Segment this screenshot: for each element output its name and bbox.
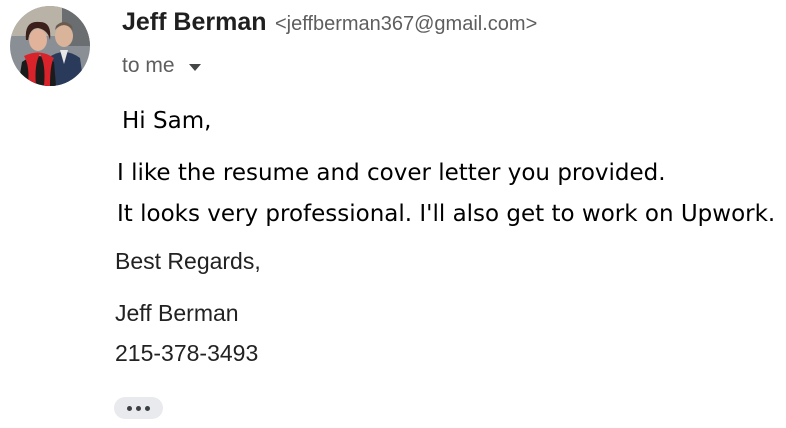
- sender-name[interactable]: Jeff Berman: [122, 8, 267, 36]
- message-closing: Best Regards,: [115, 248, 261, 274]
- message-greeting: Hi Sam,: [122, 108, 212, 134]
- signature-name: Jeff Berman: [115, 300, 239, 326]
- more-horizontal-icon: [136, 405, 141, 411]
- more-horizontal-icon: [127, 405, 132, 411]
- recipient-details-toggle[interactable]: to me: [122, 54, 201, 78]
- caret-down-icon[interactable]: [188, 63, 201, 71]
- sender-line: Jeff Berman <jeffberman367@gmail.com>: [122, 8, 537, 37]
- recipient-label: to me: [122, 54, 175, 77]
- show-trimmed-content-button[interactable]: [114, 397, 163, 419]
- avatar-photo: [10, 6, 90, 86]
- message-line: It looks very professional. I'll also ge…: [117, 201, 776, 227]
- more-horizontal-icon: [145, 405, 150, 411]
- signature-phone: 215-378-3493: [115, 340, 259, 366]
- sender-email: <jeffberman367@gmail.com>: [274, 13, 538, 35]
- message-line: I like the resume and cover letter you p…: [117, 160, 666, 186]
- sender-avatar[interactable]: [10, 6, 90, 86]
